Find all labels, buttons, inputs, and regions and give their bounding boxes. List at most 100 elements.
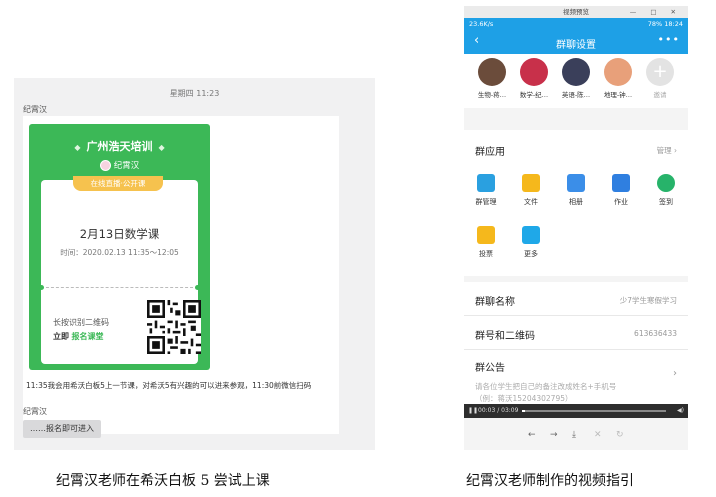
network-speed: 23.6K/s xyxy=(469,20,494,28)
phone-status-bar: 23.6K/s 78% 18:24 xyxy=(464,18,688,30)
left-caption: 纪霄汉老师在希沃白板 5 尝试上课 xyxy=(56,473,270,489)
app-label: 作业 xyxy=(614,198,628,206)
progress-fill xyxy=(522,410,525,412)
back-arrow-icon[interactable]: ← xyxy=(528,430,536,440)
refresh-icon[interactable]: ↻ xyxy=(616,430,624,440)
avatar xyxy=(99,160,111,171)
group-name-row[interactable]: 群聊名称 少7学生寒假学习 xyxy=(464,282,688,316)
member-label: 数学-纪… xyxy=(519,91,549,99)
group-name-label: 群聊名称 xyxy=(475,297,515,308)
app-group-manage[interactable]: 群管理 xyxy=(466,174,506,207)
poster-divider xyxy=(41,287,198,288)
invite-member-button[interactable]: + 邀请 xyxy=(640,58,680,99)
chat-reply-bubble[interactable]: ……报名即可进入 xyxy=(23,420,101,438)
volume-icon[interactable]: ◀) xyxy=(677,404,684,418)
app-label: 投票 xyxy=(479,250,493,258)
member-item[interactable]: 数学-纪… xyxy=(514,58,554,99)
app-label: 更多 xyxy=(524,250,538,258)
app-label: 群管理 xyxy=(475,198,497,206)
progress-track[interactable] xyxy=(522,410,666,412)
right-caption: 纪霄汉老师制作的视频指引 xyxy=(466,473,634,489)
poster-org-name: 广州浩天培训 xyxy=(86,140,153,153)
group-notice-hint: 请各位学生把自己的备注改成姓名+手机号 （例：蒋沃15204302795） xyxy=(475,381,616,405)
member-label: 生物-蒋… xyxy=(477,91,507,99)
group-notice-label: 群公告 xyxy=(475,363,505,374)
app-checkin[interactable]: 签到 xyxy=(646,174,686,207)
app-label: 相册 xyxy=(569,198,583,206)
chat-screenshot: 星期四 11:23 纪霄汉 ◆ 广州浩天培训 ◆ 纪霄汉 在线直播·公开课 2月13… xyxy=(14,78,375,450)
member-label: 地理-钟… xyxy=(603,91,633,99)
poster-scan-text: 长按识别二维码 立即 报名课堂 xyxy=(53,316,109,344)
poster-host: 纪霄汉 xyxy=(29,159,210,171)
poster-scan-prefix: 立即 xyxy=(53,332,69,341)
poster-course-title: 2月13日数学课 xyxy=(79,227,160,241)
group-name-value: 少7学生寒假学习 xyxy=(619,296,677,305)
poster-course-time: 时间：2020.02.13 11:35～12:05 xyxy=(60,248,179,257)
poster-notch xyxy=(195,285,200,290)
notice-hint-line1: 请各位学生把自己的备注改成姓名+手机号 xyxy=(475,382,617,391)
chat-message-text: 11:35我会用希沃白板5上一节课，对希沃5有兴趣的可以进来参观，11:30前微… xyxy=(26,381,312,390)
player-nav-bar: ← → ⤓ ✕ ↻ xyxy=(464,422,688,450)
group-id-label: 群号和二维码 xyxy=(475,331,535,342)
check-badge-icon xyxy=(657,174,675,192)
app-album[interactable]: 相册 xyxy=(556,174,596,207)
group-apps-section: 群应用 管理 › 群管理 文件 相册 作业 签到 投票 更多 xyxy=(464,130,688,276)
manage-link[interactable]: 管理 › xyxy=(657,145,677,156)
group-id-value: 613636433 xyxy=(634,329,677,338)
poster-scan-line1: 长按识别二维码 xyxy=(53,318,109,327)
avatar xyxy=(478,58,506,86)
page-title: 群聊设置 xyxy=(556,40,596,51)
app-vote[interactable]: 投票 xyxy=(466,226,506,259)
window-controls[interactable]: — □ ✕ xyxy=(630,6,682,18)
avatar xyxy=(562,58,590,86)
app-header: ‹ 群聊设置 ••• xyxy=(464,30,688,54)
member-strip: 生物-蒋… 数学-纪… 英语-陈… 地理-钟… + 邀请 xyxy=(464,54,688,108)
group-apps-heading: 群应用 xyxy=(475,147,505,158)
poster-host-name: 纪霄汉 xyxy=(113,161,140,171)
member-label: 英语-陈… xyxy=(561,91,591,99)
window-title: 视频预览 xyxy=(563,8,589,16)
member-item[interactable]: 地理-钟… xyxy=(598,58,638,99)
app-homework[interactable]: 作业 xyxy=(601,174,641,207)
battery-time: 78% 18:24 xyxy=(647,20,683,28)
group-id-row[interactable]: 群号和二维码 613636433 xyxy=(464,316,688,350)
chat-sender-name: 纪霄汉 xyxy=(23,407,47,416)
video-preview-window: 视频预览 — □ ✕ 23.6K/s 78% 18:24 ‹ 群聊设置 ••• … xyxy=(464,6,688,450)
app-label: 签到 xyxy=(659,198,673,206)
folder-icon xyxy=(522,174,540,192)
member-item[interactable]: 英语-陈… xyxy=(556,58,596,99)
app-label: 文件 xyxy=(524,198,538,206)
group-notice-row[interactable]: 群公告 请各位学生把自己的备注改成姓名+手机号 （例：蒋沃15204302795… xyxy=(464,350,688,404)
chat-timestamp: 星期四 11:23 xyxy=(169,89,220,98)
person-card-icon xyxy=(477,174,495,192)
chat-sender-name: 纪霄汉 xyxy=(23,105,47,114)
window-titlebar: 视频预览 — □ ✕ xyxy=(464,6,688,18)
chevron-right-icon: › xyxy=(673,368,677,379)
diamond-icon: ◆ xyxy=(158,143,165,152)
bar-chart-icon xyxy=(477,226,495,244)
poster-org: ◆ 广州浩天培训 ◆ xyxy=(29,138,210,154)
member-item[interactable]: 生物-蒋… xyxy=(472,58,512,99)
pause-icon[interactable]: ❚❚ xyxy=(468,404,478,418)
app-more[interactable]: 更多 xyxy=(511,226,551,259)
forward-arrow-icon[interactable]: → xyxy=(550,430,558,440)
app-files[interactable]: 文件 xyxy=(511,174,551,207)
player-time: 00:03 / 03:09 xyxy=(478,407,519,414)
poster-tag: 在线直播·公开课 xyxy=(73,176,163,191)
document-icon xyxy=(612,174,630,192)
download-icon[interactable]: ⤓ xyxy=(572,430,576,440)
avatar xyxy=(604,58,632,86)
course-poster: ◆ 广州浩天培训 ◆ 纪霄汉 在线直播·公开课 2月13日数学课 时间：2020.0… xyxy=(29,124,210,370)
chevron-right-icon: › xyxy=(674,146,677,155)
plus-icon: + xyxy=(646,58,674,86)
poster-notch xyxy=(39,285,44,290)
more-dots-icon[interactable]: ••• xyxy=(658,33,680,46)
diamond-icon: ◆ xyxy=(74,143,81,152)
qr-code-icon[interactable] xyxy=(147,300,201,354)
close-icon[interactable]: ✕ xyxy=(594,430,602,440)
avatar xyxy=(520,58,548,86)
photo-icon xyxy=(567,174,585,192)
video-player-bar: ❚❚ 00:03 / 03:09 ◀) xyxy=(464,404,688,418)
invite-label: 邀请 xyxy=(653,91,667,99)
manage-label: 管理 xyxy=(656,146,672,155)
